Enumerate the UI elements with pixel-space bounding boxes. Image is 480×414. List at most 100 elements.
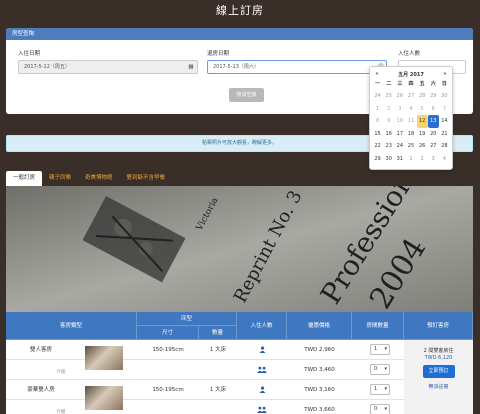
calendar-day[interactable]: 8 <box>372 115 383 128</box>
calendar-grid: 一二三四五六日 24 25 26 27 28 29 30 1 2 3 4 5 6 7 8 9 10 11 12 13 14… <box>372 79 450 166</box>
calendar-day[interactable]: 2 <box>417 153 428 166</box>
room-name[interactable]: 雙人客房 <box>6 340 76 360</box>
calendar-day[interactable]: 3 <box>394 103 405 116</box>
calendar-day[interactable]: 27 <box>428 140 439 153</box>
calendar-day[interactable]: 18 <box>405 128 416 141</box>
calendar-day[interactable]: 24 <box>394 140 405 153</box>
room-intro-link[interactable]: 介紹 <box>46 400 76 414</box>
calendar-day[interactable]: 23 <box>383 140 394 153</box>
weekday-header: 一 <box>375 81 381 87</box>
calendar-day[interactable]: 10 <box>394 115 405 128</box>
page-title: 線上訂房 <box>216 4 264 17</box>
header-price: 優惠價格 <box>287 312 352 340</box>
calendar-day[interactable]: 22 <box>372 140 383 153</box>
calendar-day[interactable]: 2 <box>383 103 394 116</box>
weekday-header: 五 <box>419 81 425 87</box>
calendar-day[interactable]: 1 <box>405 153 416 166</box>
room-count-select[interactable]: 1 <box>370 384 390 395</box>
checkout-label: 退房日期 <box>207 51 230 57</box>
calendar-day[interactable]: 28 <box>417 90 428 103</box>
calendar-day[interactable]: 7 <box>439 103 450 116</box>
weekday-header: 三 <box>397 81 403 87</box>
calendar-day[interactable]: 9 <box>383 115 394 128</box>
calendar-day[interactable]: 27 <box>405 90 416 103</box>
prev-month-button[interactable]: « <box>372 71 382 77</box>
header-room-type: 客房類型 <box>6 312 137 340</box>
room-intro-link[interactable]: 介紹 <box>46 360 76 380</box>
calendar-day[interactable]: 26 <box>417 140 428 153</box>
tab-general[interactable]: 一般訂房 <box>6 171 43 186</box>
tab-family[interactable]: 親子同樂 <box>42 171 78 186</box>
calendar-day[interactable]: 15 <box>372 128 383 141</box>
calendar-day[interactable]: 29 <box>372 153 383 166</box>
weekday-header: 日 <box>441 81 447 87</box>
weekday-header: 六 <box>430 81 436 87</box>
calendar-day[interactable]: 4 <box>439 153 450 166</box>
checkin-label: 入住日期 <box>18 51 41 57</box>
booking-table: 客房類型 床型 尺寸 數量 入住人數 優惠價格 房間數量 預訂客房 雙人客房 1… <box>6 312 473 414</box>
header-qty: 數量 <box>199 326 237 340</box>
calendar-icon[interactable]: ▦ <box>185 61 197 73</box>
checkout-value: 2017-5-13（周六） <box>213 64 259 70</box>
table-row: 雙人客房 150-195cm 1 大床 TWD 2,960 1 <box>6 340 404 370</box>
calendar-day[interactable]: 11 <box>405 115 416 128</box>
calendar-day[interactable]: 30 <box>439 90 450 103</box>
hero-image[interactable]: Victoria Reprint No. 3 Profession 2004 <box>6 186 473 312</box>
single-person-icon <box>237 380 287 400</box>
room-count-select[interactable]: 0 <box>370 404 390 414</box>
room-count-select[interactable]: 0 <box>370 364 390 375</box>
calendar-month[interactable]: 五月 2017 <box>382 71 440 78</box>
calendar-day[interactable]: 3 <box>428 153 439 166</box>
calendar-day[interactable]: 16 <box>383 128 394 141</box>
calendar-day[interactable]: 31 <box>394 153 405 166</box>
checkout-field[interactable]: 2017-5-13（周六） ▦ <box>207 60 387 74</box>
bed-qty: 1 大床 <box>209 347 227 353</box>
header-book: 預訂客房 <box>404 312 473 340</box>
calendar-day[interactable]: 20 <box>428 128 439 141</box>
header-guests: 入住人數 <box>237 312 287 340</box>
two-person-icon <box>237 360 287 380</box>
header-size: 尺寸 <box>137 326 199 340</box>
calendar-day[interactable]: 14 <box>439 115 450 128</box>
total-price: TWD 6,120 <box>424 355 453 361</box>
room-count-select[interactable]: 1 <box>370 344 390 355</box>
calendar-day[interactable]: 28 <box>439 140 450 153</box>
bed-size: 150-195cm <box>152 387 184 393</box>
room-name[interactable]: 豪華雙人房 <box>6 380 76 400</box>
calendar-day[interactable]: 29 <box>428 90 439 103</box>
calendar-day[interactable]: 17 <box>394 128 405 141</box>
booking-summary: 2 間雙客房住 TWD 6,120 立即預訂 無派註冊 <box>404 340 473 414</box>
search-panel-title: 房型查詢 <box>6 28 473 40</box>
calendar-day[interactable]: 6 <box>428 103 439 116</box>
table-row: 介紹 TWD 3,460 0 <box>6 360 404 380</box>
calendar-day[interactable]: 19 <box>417 128 428 141</box>
calendar-day[interactable]: 12 <box>416 115 428 128</box>
calendar-day[interactable]: 21 <box>439 128 450 141</box>
header-bed: 床型 <box>137 312 237 326</box>
bed-qty: 1 大床 <box>209 387 227 393</box>
price: TWD 3,660 <box>304 407 335 413</box>
single-person-icon <box>237 340 287 360</box>
calendar-day[interactable]: 1 <box>372 103 383 116</box>
calendar-day[interactable]: 30 <box>383 153 394 166</box>
price: TWD 3,160 <box>304 387 335 393</box>
calendar-day[interactable]: 26 <box>394 90 405 103</box>
next-month-button[interactable]: » <box>440 71 450 77</box>
book-now-button[interactable]: 立即預訂 <box>422 365 455 378</box>
search-button[interactable]: 搜尋空房 <box>229 88 264 102</box>
weekday-header: 四 <box>408 81 414 87</box>
calendar-day[interactable]: 24 <box>372 90 383 103</box>
tab-no-breakfast[interactable]: 雙到斷不含早餐 <box>120 171 173 186</box>
calendar-day[interactable]: 13 <box>427 115 439 128</box>
calendar-day[interactable]: 5 <box>417 103 428 116</box>
price: TWD 2,960 <box>304 347 335 353</box>
table-row: 豪華雙人房 150-195cm 1 大床 TWD 3,160 1 <box>6 380 404 410</box>
no-cancel-link[interactable]: 無派註冊 <box>404 383 473 390</box>
calendar-day[interactable]: 25 <box>383 90 394 103</box>
checkin-field[interactable]: 2017-5-12（周五） ▦ <box>18 60 198 74</box>
two-person-icon <box>237 400 287 414</box>
tab-museum[interactable]: 奇美博物館 <box>78 171 120 186</box>
calendar-day[interactable]: 25 <box>405 140 416 153</box>
calendar-day[interactable]: 4 <box>405 103 416 116</box>
table-row: 介紹 TWD 3,660 0 <box>6 400 404 414</box>
